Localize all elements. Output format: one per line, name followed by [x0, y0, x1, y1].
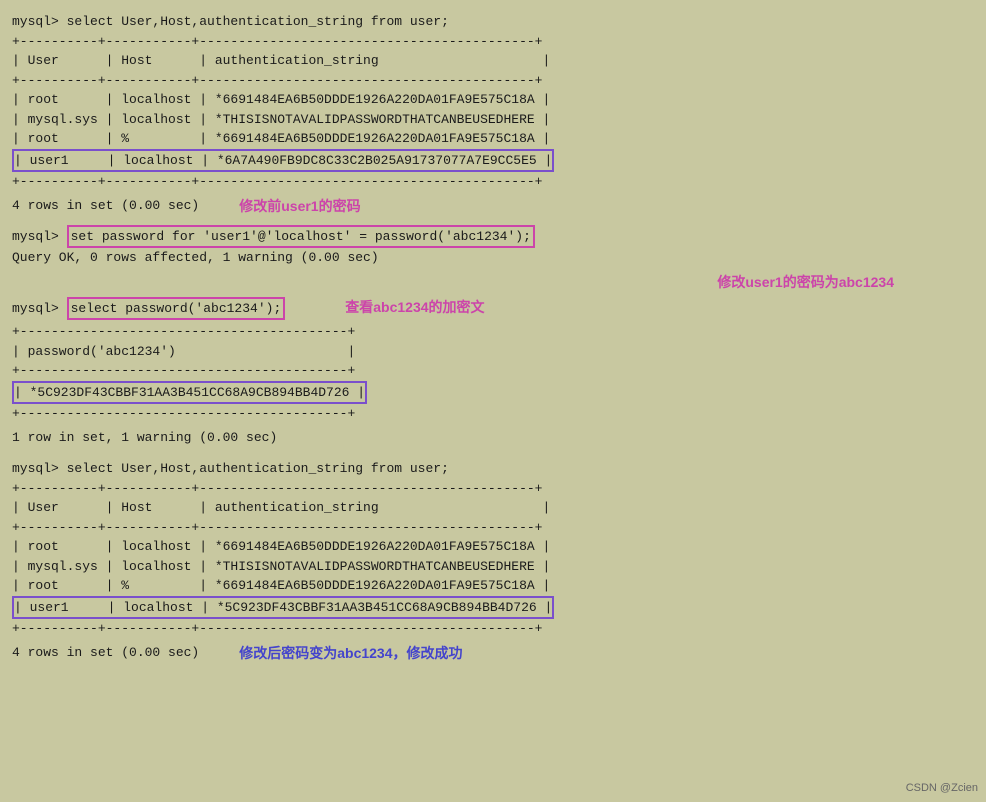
row2-sys: | mysql.sys | localhost | *THISISNOTAVAL…: [12, 557, 974, 577]
setpwd-line: mysql> set password for 'user1'@'localho…: [12, 225, 974, 249]
terminal: mysql> select User,Host,authentication_s…: [8, 8, 978, 668]
rowcount1-section: 4 rows in set (0.00 sec) 修改前user1的密码: [12, 196, 974, 217]
rowcount2-section: 1 row in set, 1 warning (0.00 sec): [12, 428, 974, 448]
row2-root2: | root | % | *6691484EA6B50DDDE1926A220D…: [12, 576, 974, 596]
query1-line: mysql> select User,Host,authentication_s…: [12, 12, 974, 32]
pass-value-highlighted: | *5C923DF43CBBF31AA3B451CC68A9CB894BB4D…: [12, 381, 367, 405]
row-root2: | root | % | *6691484EA6B50DDDE1926A220D…: [12, 129, 974, 149]
annotation2: 修改user1的密码为abc1234: [717, 272, 894, 293]
prompt3: mysql>: [12, 299, 67, 319]
sep5: +----------+-----------+----------------…: [12, 518, 974, 538]
section-second-query: mysql> select User,Host,authentication_s…: [12, 459, 974, 639]
sep-pass3: +---------------------------------------…: [12, 404, 974, 424]
section-first-query: mysql> select User,Host,authentication_s…: [12, 12, 974, 192]
sep4: +----------+-----------+----------------…: [12, 479, 974, 499]
selpass-line: mysql> select password('abc1234'); 查看abc…: [12, 297, 974, 321]
rowcount1: 4 rows in set (0.00 sec): [12, 196, 199, 216]
sep-pass1: +---------------------------------------…: [12, 322, 974, 342]
annotation4: 修改后密码变为abc1234，修改成功: [239, 643, 462, 664]
section-selpass: mysql> select password('abc1234'); 查看abc…: [12, 297, 974, 424]
query-ok: Query OK, 0 rows affected, 1 warning (0.…: [12, 248, 974, 268]
row-user1-highlighted: | user1 | localhost | *6A7A490FB9DC8C33C…: [12, 149, 554, 173]
setpwd-cmd: set password for 'user1'@'localhost' = p…: [67, 225, 535, 249]
row2-root1: | root | localhost | *6691484EA6B50DDDE1…: [12, 537, 974, 557]
header2: | User | Host | authentication_string |: [12, 498, 974, 518]
rowcount3-section: 4 rows in set (0.00 sec) 修改后密码变为abc1234，…: [12, 643, 974, 664]
annotation1: 修改前user1的密码: [239, 196, 360, 217]
sep3: +----------+-----------+----------------…: [12, 172, 974, 192]
section-setpwd: mysql> set password for 'user1'@'localho…: [12, 225, 974, 268]
sep1: +----------+-----------+----------------…: [12, 32, 974, 52]
rowcount2: 1 row in set, 1 warning (0.00 sec): [12, 430, 277, 445]
row-root1: | root | localhost | *6691484EA6B50DDDE1…: [12, 90, 974, 110]
row2-user1-highlighted: | user1 | localhost | *5C923DF43CBBF31AA…: [12, 596, 554, 620]
query2-line: mysql> select User,Host,authentication_s…: [12, 459, 974, 479]
annotation3: 查看abc1234的加密文: [345, 297, 484, 318]
sep6: +----------+-----------+----------------…: [12, 619, 974, 639]
selpass-cmd: select password('abc1234');: [67, 297, 286, 321]
sep2: +----------+-----------+----------------…: [12, 71, 974, 91]
rowcount3: 4 rows in set (0.00 sec): [12, 643, 199, 663]
branding: CSDN @Zcien: [906, 782, 978, 794]
header1: | User | Host | authentication_string |: [12, 51, 974, 71]
row-sys: | mysql.sys | localhost | *THISISNOTAVAL…: [12, 110, 974, 130]
pass-header: | password('abc1234') |: [12, 342, 974, 362]
sep-pass2: +---------------------------------------…: [12, 361, 974, 381]
prompt2: mysql>: [12, 227, 67, 247]
annotation2-section: 修改user1的密码为abc1234: [12, 272, 974, 293]
